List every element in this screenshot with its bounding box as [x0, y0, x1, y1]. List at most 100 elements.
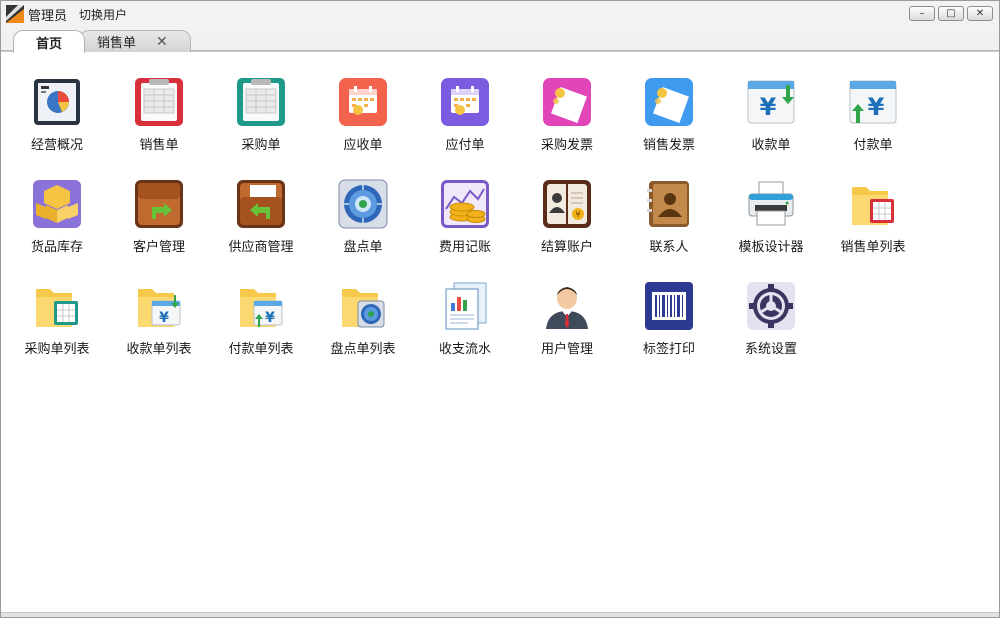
tile-expense-accounting[interactable]: 费用记账	[414, 179, 516, 281]
tile-stocktake-list[interactable]: 盘点单列表	[312, 281, 414, 383]
settlement-book-icon: ¥	[542, 179, 592, 229]
stocktake-disc-icon	[338, 179, 388, 229]
title-bar: 管理员 切换用户 – □ ✕	[1, 1, 999, 27]
tile-label: 销售单	[139, 138, 179, 153]
tile-label: 盘点单	[343, 240, 383, 255]
svg-text:¥: ¥	[265, 310, 275, 326]
purchase-list-folder-icon	[32, 281, 82, 331]
tile-label: 货品库存	[30, 240, 83, 255]
svg-text:¥: ¥	[575, 210, 580, 219]
close-button[interactable]: ✕	[967, 6, 993, 21]
tile-label-printing[interactable]: 标签打印	[618, 281, 720, 383]
tile-label: 收款单	[751, 138, 791, 153]
contacts-book-icon	[644, 179, 694, 229]
tile-contacts[interactable]: 联系人	[618, 179, 720, 281]
tile-label: 销售单列表	[840, 240, 906, 255]
settings-gear-icon	[746, 281, 796, 331]
supplier-folder-icon	[236, 179, 286, 229]
payment-yen-icon: ¥	[848, 77, 898, 127]
tile-label: 采购发票	[540, 138, 593, 153]
maximize-button[interactable]: □	[938, 6, 964, 21]
tile-supplier-management[interactable]: 供应商管理	[210, 179, 312, 281]
payable-calendar-icon	[440, 77, 490, 127]
tile-settlement-account[interactable]: ¥ 结算账户	[516, 179, 618, 281]
tile-label: 付款单	[853, 138, 893, 153]
cashflow-report-icon	[440, 281, 490, 331]
sales-order-icon	[134, 77, 184, 127]
app-window: 管理员 切换用户 – □ ✕ 销售单 ✕ 首页 经营概况 销售单 采购单 应收单…	[0, 0, 1000, 618]
tile-purchase-order-list[interactable]: 采购单列表	[6, 281, 108, 383]
tab-bar: 销售单 ✕ 首页	[1, 27, 999, 53]
minimize-button[interactable]: –	[909, 6, 935, 21]
tile-label: 用户管理	[540, 342, 593, 357]
tile-label: 模板设计器	[738, 240, 804, 255]
tile-label: 客户管理	[132, 240, 185, 255]
payment-list-folder-icon: ¥	[236, 281, 286, 331]
expense-coins-icon	[440, 179, 490, 229]
tile-label: 盘点单列表	[330, 342, 396, 357]
tile-payable[interactable]: 应付单	[414, 77, 516, 179]
tile-label: 应付单	[445, 138, 485, 153]
tile-label: 供应商管理	[228, 240, 294, 255]
tile-user-management[interactable]: 用户管理	[516, 281, 618, 383]
receipt-list-folder-icon: ¥	[134, 281, 184, 331]
receipt-yen-icon: ¥	[746, 77, 796, 127]
customer-folder-icon	[134, 179, 184, 229]
app-logo-icon	[6, 5, 24, 23]
tile-label: 销售发票	[642, 138, 695, 153]
tile-business-overview[interactable]: 经营概况	[6, 77, 108, 179]
svg-text:¥: ¥	[159, 310, 169, 326]
current-user: 管理员	[28, 8, 68, 24]
tile-label: 采购单列表	[24, 342, 90, 357]
tile-label: 收款单列表	[126, 342, 192, 357]
tile-template-designer[interactable]: 模板设计器	[720, 179, 822, 281]
tile-cashflow[interactable]: 收支流水	[414, 281, 516, 383]
stocktake-list-folder-icon	[338, 281, 388, 331]
tab-sales-order[interactable]: 销售单 ✕	[79, 30, 191, 52]
receivable-calendar-icon	[338, 77, 388, 127]
tab-label: 销售单	[97, 36, 137, 51]
tab-close-icon[interactable]: ✕	[156, 34, 168, 50]
tile-label: 标签打印	[642, 342, 695, 357]
svg-text:¥: ¥	[868, 93, 885, 121]
tile-label: 付款单列表	[228, 342, 294, 357]
svg-text:¥: ¥	[760, 93, 777, 121]
sales-list-folder-icon	[848, 179, 898, 229]
tile-payment-list[interactable]: ¥ 付款单列表	[210, 281, 312, 383]
tile-purchase-invoice[interactable]: 采购发票	[516, 77, 618, 179]
tile-purchase-order[interactable]: 采购单	[210, 77, 312, 179]
tile-label: 系统设置	[744, 342, 797, 357]
user-avatar-icon	[542, 281, 592, 331]
tile-system-settings[interactable]: 系统设置	[720, 281, 822, 383]
tile-label: 采购单	[241, 138, 281, 153]
purchase-order-icon	[236, 77, 286, 127]
switch-user-link[interactable]: 切换用户	[79, 6, 127, 23]
tile-receipt-list[interactable]: ¥ 收款单列表	[108, 281, 210, 383]
inventory-boxes-icon	[32, 179, 82, 229]
tile-payment[interactable]: ¥ 付款单	[822, 77, 924, 179]
dashboard-chart-icon	[32, 77, 82, 127]
purchase-invoice-icon	[542, 77, 592, 127]
window-controls: – □ ✕	[909, 6, 993, 21]
tile-sales-order[interactable]: 销售单	[108, 77, 210, 179]
tile-label: 联系人	[649, 240, 689, 255]
sales-invoice-icon	[644, 77, 694, 127]
tile-stocktake[interactable]: 盘点单	[312, 179, 414, 281]
tile-customer-management[interactable]: 客户管理	[108, 179, 210, 281]
tile-receivable[interactable]: 应收单	[312, 77, 414, 179]
tile-label: 费用记账	[438, 240, 491, 255]
tile-label: 应收单	[343, 138, 383, 153]
tile-label: 收支流水	[438, 342, 491, 357]
tile-sales-order-list[interactable]: 销售单列表	[822, 179, 924, 281]
tile-receipt[interactable]: ¥ 收款单	[720, 77, 822, 179]
tile-label: 经营概况	[30, 138, 83, 153]
tile-label: 结算账户	[540, 240, 593, 255]
tile-inventory[interactable]: 货品库存	[6, 179, 108, 281]
tile-sales-invoice[interactable]: 销售发票	[618, 77, 720, 179]
barcode-icon	[644, 281, 694, 331]
tab-home[interactable]: 首页	[13, 30, 85, 53]
module-grid: 经营概况 销售单 采购单 应收单 应付单 采购发票 销售发票 ¥ 收款单 ¥ 付…	[6, 77, 924, 383]
printer-icon	[746, 179, 796, 229]
tab-label: 首页	[35, 36, 62, 52]
status-bar	[1, 612, 999, 617]
